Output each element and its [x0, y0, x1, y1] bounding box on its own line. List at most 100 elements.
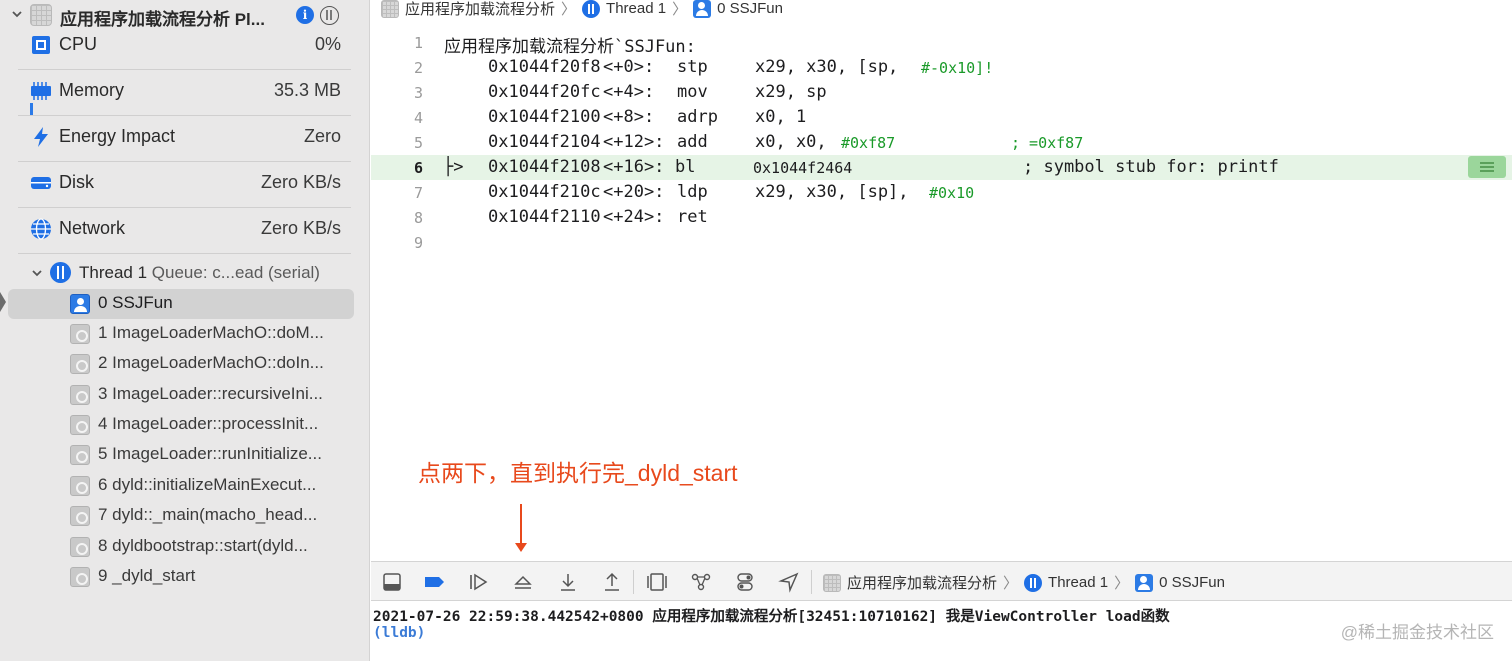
breadcrumb-app[interactable]: 应用程序加载流程分析: [847, 572, 997, 593]
gauge-label: Energy Impact: [59, 126, 176, 146]
system-frame-icon: [70, 476, 90, 496]
breadcrumb-thread[interactable]: Thread 1: [606, 0, 666, 17]
gauge-network[interactable]: Network Zero KB/s: [18, 208, 351, 254]
code-line[interactable]: 1 应用程序加载流程分析`SSJFun:: [371, 30, 1512, 57]
gauge-memory[interactable]: Memory 35.3 MB: [18, 70, 351, 116]
system-frame-icon: [70, 506, 90, 526]
step-into-button[interactable]: [557, 571, 579, 593]
user-code-icon: [1135, 573, 1154, 592]
frame-label: 3 ImageLoader::recursiveIni...: [98, 384, 323, 403]
stack-frame[interactable]: 7 dyld::_main(macho_head...: [8, 501, 354, 531]
instr-address: 0x1044f20f8: [488, 57, 601, 77]
stack-frame[interactable]: 0 SSJFun: [8, 289, 354, 319]
thread-queue: Queue: c...ead (serial): [151, 263, 320, 282]
instr-offset: <+20>:: [603, 182, 665, 202]
annotation-text: 点两下，直到执行完_dyld_start: [418, 460, 738, 486]
instr-opcode: add: [677, 132, 708, 152]
instr-address: 0x1044f20fc: [488, 82, 601, 102]
selected-frame-marker: [0, 292, 6, 312]
memory-level-bar: [30, 103, 33, 115]
instr-address: 0x1044f2104: [488, 132, 601, 152]
code-line[interactable]: 8 0x1044f2110 <+24>: ret: [371, 205, 1512, 230]
debug-console[interactable]: 2021-07-26 22:59:38.442542+0800 应用程序加载流程…: [371, 602, 1512, 661]
instr-opcode: stp: [677, 57, 708, 77]
disassembly-editor[interactable]: 1 应用程序加载流程分析`SSJFun: 2 0x1044f20f8 <+0>:…: [371, 30, 1512, 260]
step-over-button[interactable]: [512, 571, 534, 593]
stack-frame[interactable]: 9 _dyld_start: [8, 562, 354, 592]
memory-graph-button[interactable]: [690, 571, 712, 593]
line-number: 6: [413, 159, 423, 177]
view-debugger-button[interactable]: [646, 571, 668, 593]
thread-row[interactable]: Thread 1 Queue: c...ead (serial): [0, 259, 370, 287]
instr-operands: x0, 1: [755, 107, 807, 127]
system-frame-icon: [70, 415, 90, 435]
gauge-label: Disk: [59, 172, 94, 192]
stack-frame[interactable]: 4 ImageLoader::processInit...: [8, 410, 354, 440]
code-line[interactable]: 3 0x1044f20fc <+4>: mov x29, sp: [371, 80, 1512, 105]
current-instruction-line[interactable]: 6 ├> 0x1044f2108 <+16>: bl 0x1044f2464 ;…: [371, 155, 1512, 180]
code-line[interactable]: 5 0x1044f2104 <+12>: add x0, x0, #0xf87 …: [371, 130, 1512, 155]
instr-operands: x29, x30, [sp],: [755, 182, 919, 202]
breadcrumb-separator: 〉: [672, 1, 688, 18]
line-number: 4: [413, 109, 423, 127]
simulate-location-button[interactable]: [778, 571, 800, 593]
info-icon[interactable]: i: [296, 6, 314, 24]
stack-frame[interactable]: 2 ImageLoaderMachO::doIn...: [8, 349, 354, 379]
line-options-icon[interactable]: [1468, 156, 1506, 178]
editor-jump-bar: 应用程序加载流程分析 〉 Thread 1 〉 0 SSJFun: [371, 0, 1512, 20]
frame-label: 4 ImageLoader::processInit...: [98, 414, 319, 433]
stack-frame[interactable]: 5 ImageLoader::runInitialize...: [8, 440, 354, 470]
frame-label: 6 dyld::initializeMainExecut...: [98, 475, 317, 494]
instr-symbol-comment: ; symbol stub for: printf: [1023, 157, 1279, 177]
toolbar-divider: [811, 570, 812, 594]
code-line[interactable]: 4 0x1044f2100 <+8>: adrp x0, 1: [371, 105, 1512, 130]
code-line[interactable]: 9: [371, 230, 1512, 255]
line-number: 9: [413, 234, 423, 252]
gauge-energy[interactable]: Energy Impact Zero: [18, 116, 351, 162]
annotation-arrow: [515, 504, 527, 552]
instr-operands: x29, sp: [755, 82, 827, 102]
breadcrumb-frame[interactable]: 0 SSJFun: [1159, 574, 1225, 591]
program-counter-marker[interactable]: ├>: [443, 157, 463, 177]
debug-navigator: 应用程序加载流程分析 Pl... i CPU 0% Memory 35.3 MB…: [0, 0, 370, 661]
instr-address: 0x1044f2110: [488, 207, 601, 227]
frame-label: 9 _dyld_start: [98, 566, 196, 585]
chevron-down-icon[interactable]: [31, 267, 43, 279]
stack-frame[interactable]: 3 ImageLoader::recursiveIni...: [8, 380, 354, 410]
gauge-disk[interactable]: Disk Zero KB/s: [18, 162, 351, 208]
gauge-value: 0%: [314, 34, 341, 54]
bolt-icon: [34, 127, 48, 147]
user-code-icon: [693, 0, 712, 18]
code-line[interactable]: 7 0x1044f210c <+20>: ldp x29, x30, [sp],…: [371, 180, 1512, 205]
chevron-down-icon[interactable]: [11, 8, 23, 20]
threads-filter-icon[interactable]: [320, 6, 339, 25]
gauge-cpu[interactable]: CPU 0%: [18, 24, 351, 70]
step-over-icon: [514, 575, 532, 589]
hide-console-button[interactable]: [381, 571, 403, 593]
environment-overrides-button[interactable]: [734, 571, 756, 593]
disk-icon: [31, 177, 51, 189]
panel-bottom-icon: [383, 573, 401, 591]
step-out-button[interactable]: [601, 571, 623, 593]
instr-literal: #-0x10]!: [921, 59, 994, 77]
breadcrumb-frame[interactable]: 0 SSJFun: [717, 0, 783, 17]
code-line[interactable]: 2 0x1044f20f8 <+0>: stp x29, x30, [sp, #…: [371, 55, 1512, 80]
instr-address: 0x1044f2100: [488, 107, 601, 127]
instr-operands: x0, x0,: [755, 132, 837, 152]
instr-address: 0x1044f210c: [488, 182, 601, 202]
lldb-prompt[interactable]: (lldb): [373, 625, 425, 641]
gauge-value: Zero KB/s: [260, 172, 341, 192]
stack-frame[interactable]: 8 dyldbootstrap::start(dyld...: [8, 532, 354, 562]
thread-text: Thread 1 Queue: c...ead (serial): [79, 263, 320, 283]
breadcrumb: 应用程序加载流程分析 〉 Thread 1 〉 0 SSJFun: [381, 0, 783, 19]
stack-frame[interactable]: 6 dyld::initializeMainExecut...: [8, 471, 354, 501]
breadcrumb-separator: 〉: [1114, 575, 1130, 592]
instr-offset: <+0>:: [603, 57, 655, 77]
instr-literal: #0x10: [929, 184, 975, 202]
breadcrumb-app[interactable]: 应用程序加载流程分析: [405, 0, 555, 19]
stack-frame[interactable]: 1 ImageLoaderMachO::doM...: [8, 319, 354, 349]
breadcrumb-thread[interactable]: Thread 1: [1048, 574, 1108, 591]
step-out-icon: [605, 572, 619, 591]
breakpoints-toggle-button[interactable]: [423, 571, 445, 593]
continue-button[interactable]: [467, 571, 489, 593]
